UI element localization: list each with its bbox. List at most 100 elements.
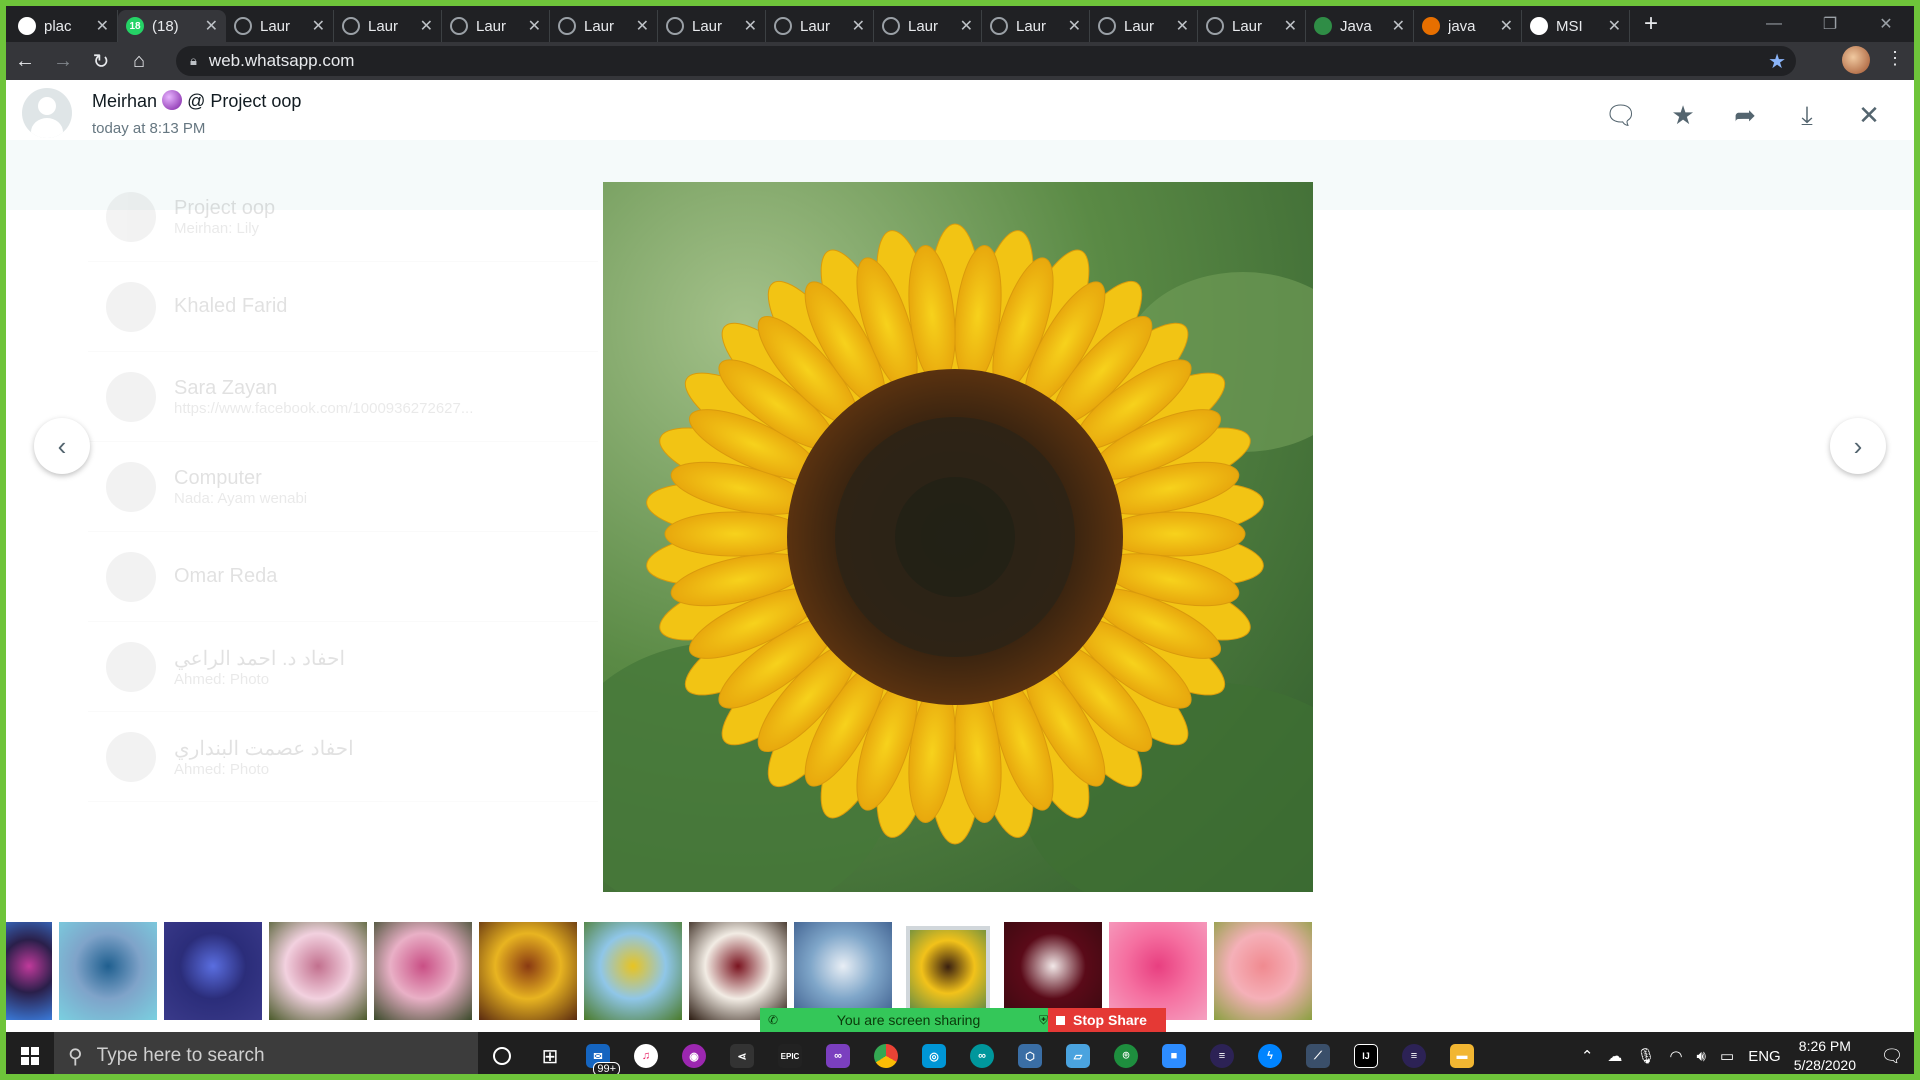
browser-tab[interactable]: MSI ✕ (1522, 10, 1630, 42)
close-tab-icon[interactable]: ✕ (1176, 16, 1189, 36)
file-explorer-icon[interactable]: ▬ (1438, 1032, 1486, 1074)
download-icon[interactable]: ⤓ (1776, 100, 1838, 130)
thumbnail-rose-dark[interactable] (1004, 922, 1102, 1020)
new-tab-icon[interactable]: + (1644, 10, 1658, 38)
visual-studio-icon[interactable]: ∞ (814, 1032, 862, 1074)
close-tab-icon[interactable]: ✕ (1068, 16, 1081, 36)
close-tab-icon[interactable]: ✕ (96, 16, 109, 36)
browser-tab[interactable]: plac ✕ (10, 10, 118, 42)
browser-toolbar: ← → ↻ ⌂ 🔒︎ web.whatsapp.com ★ ⋮ (6, 42, 1914, 80)
profile-avatar[interactable] (1842, 46, 1870, 74)
zoom-icon[interactable]: ■ (1150, 1032, 1198, 1074)
notebook-icon[interactable]: ▱ (1054, 1032, 1102, 1074)
browser-tab[interactable]: Laur ✕ (226, 10, 334, 42)
star-message-icon[interactable]: ★ (1652, 100, 1714, 130)
onedrive-icon[interactable]: ☁ (1607, 1047, 1622, 1065)
browser-tab[interactable]: Laur ✕ (1090, 10, 1198, 42)
go-to-message-icon[interactable]: 🗨︎ (1590, 100, 1652, 130)
browser-menu-icon[interactable]: ⋮ (1886, 48, 1904, 69)
browser-tab[interactable]: java ✕ (1414, 10, 1522, 42)
forward-icon[interactable]: ➦ (1714, 100, 1776, 130)
volume-icon[interactable]: 🔊︎ (1697, 1048, 1706, 1065)
eclipse-icon[interactable]: ≡ (1198, 1032, 1246, 1074)
network-tool-icon[interactable]: ⟋ (1294, 1032, 1342, 1074)
back-icon[interactable]: ← (6, 42, 44, 80)
lock-icon[interactable]: 🔒︎ (190, 53, 197, 69)
notification-center-icon[interactable]: 🗨︎ (1870, 1032, 1914, 1074)
close-tab-icon[interactable]: ✕ (852, 16, 865, 36)
battery-icon[interactable]: ▭ (1720, 1047, 1734, 1065)
clock[interactable]: 8:26 PM 5/28/2020 (1794, 1037, 1856, 1074)
messenger-icon[interactable]: ϟ (1246, 1032, 1294, 1074)
thumbnail-blue-flower[interactable] (794, 922, 892, 1020)
browser-tab[interactable]: 18 (18) ✕ (118, 10, 226, 42)
bookmark-star-icon[interactable]: ★ (1768, 49, 1786, 74)
mail-icon[interactable]: ✉ 99+ (574, 1032, 622, 1074)
home-icon[interactable]: ⌂ (120, 42, 158, 80)
address-bar[interactable]: 🔒︎ web.whatsapp.com ★ (176, 46, 1796, 76)
browser-tab[interactable]: Laur ✕ (658, 10, 766, 42)
tray-chevron-icon[interactable]: ⌃ (1581, 1047, 1594, 1065)
thumbnail-pink-lilies[interactable] (269, 922, 367, 1020)
thumbnail-ocean[interactable] (59, 922, 157, 1020)
browser-tab[interactable]: Laur ✕ (766, 10, 874, 42)
thumbnail-roses-red-white[interactable] (689, 922, 787, 1020)
close-viewer-icon[interactable]: ✕ (1838, 100, 1900, 130)
podcast-icon[interactable]: ◉ (670, 1032, 718, 1074)
taskbar-search[interactable]: ⚲ Type here to search (54, 1032, 478, 1074)
close-tab-icon[interactable]: ✕ (1284, 16, 1297, 36)
close-tab-icon[interactable]: ✕ (1500, 16, 1513, 36)
close-tab-icon[interactable]: ✕ (960, 16, 973, 36)
maps-pin-icon[interactable]: ⌾ (1102, 1032, 1150, 1074)
task-view-icon[interactable]: ⊞ (526, 1032, 574, 1074)
thumbnail-sunflowers-sky[interactable] (584, 922, 682, 1020)
3d-viewer-icon[interactable]: ⬡ (1006, 1032, 1054, 1074)
sender-name: Meirhan (92, 91, 158, 111)
close-tab-icon[interactable]: ✕ (205, 16, 218, 36)
intellij-icon[interactable]: IJ (1342, 1032, 1390, 1074)
vscode-icon[interactable]: ⋖ (718, 1032, 766, 1074)
close-tab-icon[interactable]: ✕ (420, 16, 433, 36)
chrome-icon[interactable] (862, 1032, 910, 1074)
thumbnail-abstract-lights[interactable] (6, 922, 52, 1020)
itunes-icon[interactable]: ♫ (622, 1032, 670, 1074)
close-tab-icon[interactable]: ✕ (636, 16, 649, 36)
browser-tab[interactable]: Java ✕ (1306, 10, 1414, 42)
thumbnail-sunflowers-bunch[interactable] (479, 922, 577, 1020)
close-tab-icon[interactable]: ✕ (1392, 16, 1405, 36)
restore-icon[interactable]: ❐ (1802, 6, 1858, 42)
close-tab-icon[interactable]: ✕ (744, 16, 757, 36)
browser-tab[interactable]: Laur ✕ (442, 10, 550, 42)
browser-tab[interactable]: Laur ✕ (1198, 10, 1306, 42)
stop-share-button[interactable]: Stop Share (1048, 1008, 1166, 1032)
close-tab-icon[interactable]: ✕ (312, 16, 325, 36)
eclipse-ide-icon[interactable]: ≡ (1390, 1032, 1438, 1074)
arduino-icon[interactable]: ∞ (958, 1032, 1006, 1074)
wifi-icon[interactable]: ◠ (1669, 1047, 1682, 1065)
language-indicator[interactable]: ENG (1748, 1048, 1781, 1065)
thumbnail-sunflower[interactable] (906, 926, 990, 1016)
microphone-icon[interactable]: 🎙︎ (1636, 1047, 1655, 1065)
chat-avatar (106, 641, 156, 692)
minimize-icon[interactable]: — (1746, 6, 1802, 42)
close-window-icon[interactable]: ✕ (1858, 6, 1914, 42)
previous-media-icon[interactable]: ‹ (34, 418, 90, 474)
browser-tab[interactable]: Laur ✕ (550, 10, 658, 42)
start-button[interactable] (6, 1032, 54, 1074)
next-media-icon[interactable]: › (1830, 418, 1886, 474)
thumbnail-pink-lily[interactable] (374, 922, 472, 1020)
screen-recorder-icon[interactable]: ◎ (910, 1032, 958, 1074)
thumbnail-blue-lily[interactable] (164, 922, 262, 1020)
reload-icon[interactable]: ↻ (82, 42, 120, 80)
forward-nav-icon[interactable]: → (44, 42, 82, 80)
thumbnail-tulips[interactable] (1214, 922, 1312, 1020)
browser-tab[interactable]: Laur ✕ (334, 10, 442, 42)
close-tab-icon[interactable]: ✕ (1608, 16, 1621, 36)
thumbnail-pink-tulip[interactable] (1109, 922, 1207, 1020)
browser-tab[interactable]: Laur ✕ (982, 10, 1090, 42)
browser-tab[interactable]: Laur ✕ (874, 10, 982, 42)
cortana-icon[interactable] (478, 1032, 526, 1074)
close-tab-icon[interactable]: ✕ (528, 16, 541, 36)
sender-avatar[interactable] (22, 88, 72, 138)
epic-games-icon[interactable]: EPIC (766, 1032, 814, 1074)
